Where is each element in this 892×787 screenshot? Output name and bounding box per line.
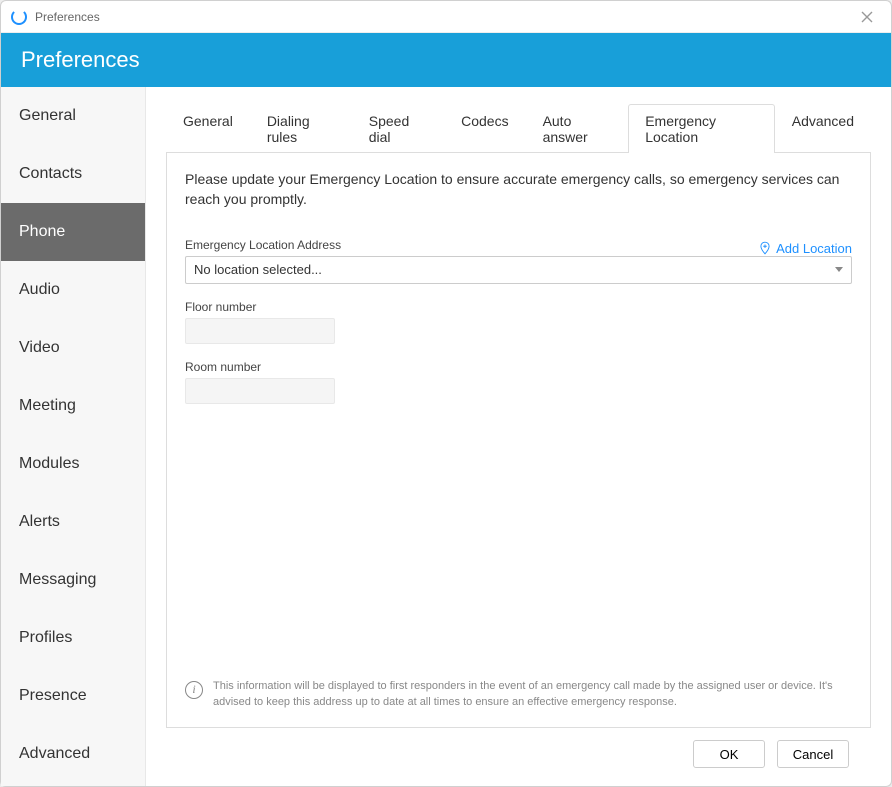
close-icon: [861, 11, 873, 23]
sidebar-item-modules[interactable]: Modules: [1, 435, 145, 493]
info-text: This information will be displayed to fi…: [213, 679, 852, 711]
sidebar-item-label: Messaging: [19, 571, 96, 588]
body: General Contacts Phone Audio Video Meeti…: [1, 87, 891, 786]
floor-input[interactable]: [185, 318, 335, 344]
close-button[interactable]: [853, 3, 881, 31]
app-icon: [11, 9, 27, 25]
add-location-link[interactable]: Add Location: [758, 241, 852, 256]
sidebar-item-label: Video: [19, 339, 60, 356]
cancel-button[interactable]: Cancel: [777, 740, 849, 768]
tab-speed-dial[interactable]: Speed dial: [352, 104, 444, 153]
tab-body: Please update your Emergency Location to…: [166, 153, 871, 728]
sidebar-item-audio[interactable]: Audio: [1, 261, 145, 319]
banner-title: Preferences: [21, 47, 140, 72]
info-strip: i This information will be displayed to …: [185, 667, 852, 711]
info-icon: i: [185, 681, 203, 699]
tab-auto-answer[interactable]: Auto answer: [526, 104, 629, 153]
sidebar-item-video[interactable]: Video: [1, 319, 145, 377]
tabs: General Dialing rules Speed dial Codecs …: [166, 103, 871, 153]
tab-advanced[interactable]: Advanced: [775, 104, 871, 153]
tab-label: Auto answer: [543, 113, 588, 145]
room-label: Room number: [185, 360, 852, 374]
window-title: Preferences: [35, 10, 100, 24]
description-text: Please update your Emergency Location to…: [185, 169, 852, 210]
sidebar-item-contacts[interactable]: Contacts: [1, 145, 145, 203]
tab-label: Emergency Location: [645, 113, 716, 145]
sidebar: General Contacts Phone Audio Video Meeti…: [1, 87, 146, 786]
tab-label: Codecs: [461, 113, 508, 129]
sidebar-item-meeting[interactable]: Meeting: [1, 377, 145, 435]
room-input[interactable]: [185, 378, 335, 404]
sidebar-item-label: Audio: [19, 281, 60, 298]
address-select[interactable]: No location selected...: [185, 256, 852, 284]
tab-general[interactable]: General: [166, 104, 250, 153]
titlebar: Preferences: [1, 1, 891, 33]
footer: OK Cancel: [166, 728, 871, 786]
sidebar-item-phone[interactable]: Phone: [1, 203, 145, 261]
sidebar-item-general[interactable]: General: [1, 87, 145, 145]
sidebar-item-presence[interactable]: Presence: [1, 667, 145, 725]
add-location-label: Add Location: [776, 241, 852, 256]
ok-button[interactable]: OK: [693, 740, 765, 768]
main: General Dialing rules Speed dial Codecs …: [146, 87, 891, 786]
ok-label: OK: [720, 747, 739, 762]
chevron-down-icon: [835, 267, 843, 272]
sidebar-item-label: Profiles: [19, 629, 72, 646]
sidebar-item-label: Advanced: [19, 745, 90, 762]
sidebar-item-label: Modules: [19, 455, 79, 472]
address-select-value: No location selected...: [194, 262, 322, 277]
sidebar-item-alerts[interactable]: Alerts: [1, 493, 145, 551]
cancel-label: Cancel: [793, 747, 833, 762]
tab-label: Advanced: [792, 113, 854, 129]
tab-label: Dialing rules: [267, 113, 310, 145]
sidebar-item-label: Meeting: [19, 397, 76, 414]
tab-label: General: [183, 113, 233, 129]
tab-dialing-rules[interactable]: Dialing rules: [250, 104, 352, 153]
tab-label: Speed dial: [369, 113, 409, 145]
map-pin-icon: [758, 241, 772, 255]
tab-emergency-location[interactable]: Emergency Location: [628, 104, 775, 153]
banner: Preferences: [1, 33, 891, 87]
address-label: Emergency Location Address: [185, 238, 341, 252]
sidebar-item-advanced[interactable]: Advanced: [1, 725, 145, 783]
floor-label: Floor number: [185, 300, 852, 314]
sidebar-item-label: General: [19, 107, 76, 124]
address-field-row: Emergency Location Address Add Location: [185, 238, 852, 256]
room-group: Room number: [185, 360, 852, 404]
tab-codecs[interactable]: Codecs: [444, 104, 525, 153]
sidebar-item-messaging[interactable]: Messaging: [1, 551, 145, 609]
sidebar-item-profiles[interactable]: Profiles: [1, 609, 145, 667]
floor-group: Floor number: [185, 300, 852, 344]
sidebar-item-label: Phone: [19, 223, 65, 240]
preferences-window: Preferences Preferences General Contacts…: [0, 0, 892, 787]
sidebar-item-label: Presence: [19, 687, 87, 704]
sidebar-item-label: Contacts: [19, 165, 82, 182]
sidebar-item-label: Alerts: [19, 513, 60, 530]
